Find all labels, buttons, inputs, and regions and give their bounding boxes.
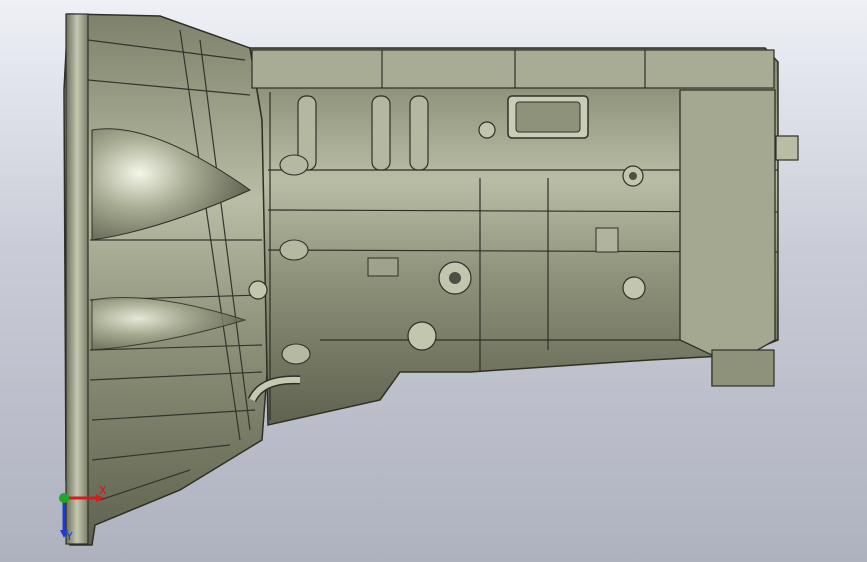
x-axis-label: X bbox=[99, 484, 107, 497]
sensor-pad bbox=[595, 227, 619, 253]
y-axis-dot bbox=[59, 493, 69, 503]
transmission-housing-model[interactable] bbox=[0, 0, 867, 562]
rear-housing bbox=[679, 89, 776, 387]
mounting-flange bbox=[65, 13, 89, 545]
top-rail bbox=[251, 49, 775, 89]
rear-foot bbox=[711, 349, 775, 387]
coordinate-triad: X Y bbox=[52, 484, 112, 544]
graphics-viewport[interactable]: X Y bbox=[0, 0, 867, 562]
y-axis-label: Y bbox=[66, 530, 73, 543]
output-shaft bbox=[775, 135, 799, 161]
label-pad bbox=[367, 257, 399, 277]
